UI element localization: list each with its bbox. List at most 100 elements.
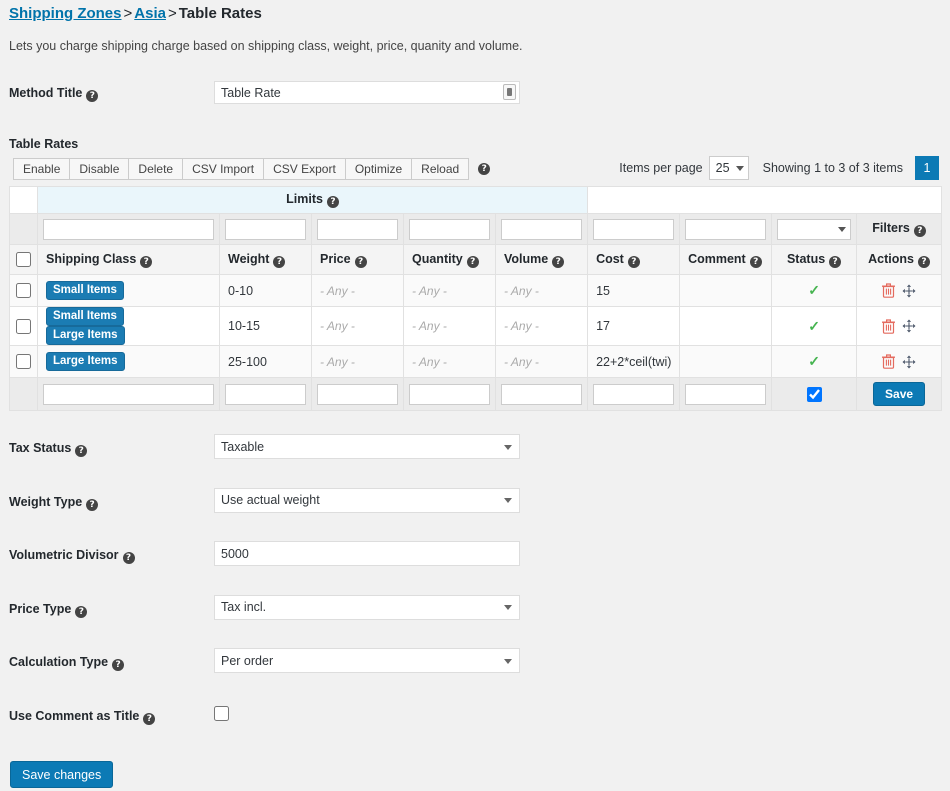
filter-input-price[interactable] xyxy=(317,218,398,240)
filter-cell-price xyxy=(311,213,404,245)
weight-type-select[interactable]: Use actual weight xyxy=(214,487,520,513)
move-drag-icon[interactable] xyxy=(902,284,916,298)
items-per-page-select[interactable]: 25 xyxy=(708,156,749,180)
new-row-status-checkbox[interactable] xyxy=(806,386,822,402)
cell-status[interactable]: ✓ xyxy=(771,345,858,379)
row-select-checkbox[interactable] xyxy=(16,318,31,334)
filter-input-volume[interactable] xyxy=(501,218,583,240)
volumetric-divisor-label: Volumetric Divisor? xyxy=(9,548,135,564)
move-drag-icon[interactable] xyxy=(902,319,916,333)
help-icon-tax-status[interactable]: ? xyxy=(75,445,88,457)
delete-button[interactable]: Delete xyxy=(128,158,183,180)
help-icon-weight-type[interactable]: ? xyxy=(86,498,99,511)
move-drag-icon[interactable] xyxy=(902,355,916,369)
shipping-class-badge[interactable]: Large Items xyxy=(46,326,125,346)
trash-icon[interactable] xyxy=(881,318,896,334)
help-icon-limits[interactable]: ? xyxy=(326,196,339,208)
column-header-status[interactable]: Status? xyxy=(771,244,858,275)
help-icon-cost[interactable]: ? xyxy=(627,255,640,268)
help-icon-calculation-type[interactable]: ? xyxy=(112,659,125,671)
status-enabled-check-icon: ✓ xyxy=(808,353,820,370)
cell-quantity: - Any - xyxy=(403,274,496,307)
help-icon-actions[interactable]: ? xyxy=(917,255,930,268)
calculation-type-select[interactable]: Per order xyxy=(214,648,520,673)
column-label-quantity: Quantity xyxy=(412,251,463,266)
method-title-input[interactable] xyxy=(214,81,520,104)
csv-import-button[interactable]: CSV Import xyxy=(182,158,264,180)
any-value: - Any - xyxy=(412,319,447,334)
trash-icon[interactable] xyxy=(881,283,896,298)
column-header-comment[interactable]: Comment? xyxy=(679,244,773,275)
new-row-input-volume[interactable] xyxy=(501,383,583,405)
help-icon-volumetric-divisor[interactable]: ? xyxy=(122,552,135,564)
help-icon-status[interactable]: ? xyxy=(829,255,842,268)
shipping-class-badge[interactable]: Small Items xyxy=(46,307,124,327)
filter-input-quantity[interactable] xyxy=(409,218,490,240)
help-icon-price[interactable]: ? xyxy=(354,255,367,268)
help-icon-comment[interactable]: ? xyxy=(749,255,762,268)
new-row-input-quantity[interactable] xyxy=(409,383,490,405)
filter-input-weight[interactable] xyxy=(225,218,306,240)
column-label-actions: Actions xyxy=(868,251,914,266)
help-icon-shipping-class[interactable]: ? xyxy=(140,255,153,268)
disable-button[interactable]: Disable xyxy=(69,158,129,180)
help-icon-weight[interactable]: ? xyxy=(273,255,286,268)
column-header-shipping-class[interactable]: Shipping Class? xyxy=(37,244,220,275)
shipping-class-badge[interactable]: Small Items xyxy=(46,280,124,301)
new-row-input-comment[interactable] xyxy=(685,383,767,405)
tax-status-select[interactable]: Taxable xyxy=(214,434,520,459)
cell-status[interactable]: ✓ xyxy=(771,305,858,347)
new-row-cell-quantity xyxy=(403,377,496,412)
column-header-cost[interactable]: Cost? xyxy=(587,244,681,275)
method-title-label-text: Method Title xyxy=(9,86,83,100)
help-icon-volume[interactable]: ? xyxy=(552,255,565,268)
new-row-input-weight[interactable] xyxy=(225,383,306,405)
column-header-weight[interactable]: Weight? xyxy=(219,244,312,275)
table-row[interactable]: Small Items 0-10 - Any - - Any - - Any -… xyxy=(9,274,943,307)
trash-icon[interactable] xyxy=(881,354,896,369)
help-icon-price-type[interactable]: ? xyxy=(75,605,88,618)
limits-blank-cell xyxy=(587,186,943,214)
column-header-volume[interactable]: Volume? xyxy=(494,244,589,275)
column-header-price[interactable]: Price? xyxy=(311,244,404,275)
help-icon-use-comment-as-title[interactable]: ? xyxy=(143,712,156,725)
any-value: - Any - xyxy=(320,354,355,369)
save-disk-icon[interactable] xyxy=(503,84,516,100)
help-icon-filters[interactable]: ? xyxy=(913,225,926,237)
help-icon-toolbar[interactable]: ? xyxy=(478,163,491,175)
row-select-checkbox[interactable] xyxy=(16,283,31,299)
enable-button[interactable]: Enable xyxy=(13,158,70,180)
new-row-input-shipping-class[interactable] xyxy=(43,383,214,405)
reload-button[interactable]: Reload xyxy=(411,158,470,180)
save-row-button[interactable]: Save xyxy=(873,382,926,407)
column-header-quantity[interactable]: Quantity? xyxy=(403,244,496,275)
limits-group-row: Limits? xyxy=(9,186,943,214)
filter-input-comment[interactable] xyxy=(685,218,767,240)
table-row[interactable]: Large Items 25-100 - Any - - Any - - Any… xyxy=(9,345,943,379)
breadcrumb: Shipping Zones > Asia > Table Rates xyxy=(9,5,262,22)
price-type-select[interactable]: Tax incl. xyxy=(214,594,520,620)
new-row-input-price[interactable] xyxy=(317,383,398,405)
table-row[interactable]: Small ItemsLarge Items 10-15 - Any - - A… xyxy=(9,305,943,347)
select-all-checkbox[interactable] xyxy=(16,252,31,268)
cell-status[interactable]: ✓ xyxy=(771,274,858,307)
csv-export-button[interactable]: CSV Export xyxy=(263,158,345,180)
use-comment-as-title-checkbox[interactable] xyxy=(214,705,229,721)
optimize-button[interactable]: Optimize xyxy=(344,158,412,180)
new-row-input-cost[interactable] xyxy=(593,383,675,405)
filter-select-status[interactable] xyxy=(777,218,852,240)
shipping-class-badge[interactable]: Large Items xyxy=(46,352,125,372)
help-icon-quantity[interactable]: ? xyxy=(466,255,479,268)
breadcrumb-link-shipping-zones[interactable]: Shipping Zones xyxy=(9,5,122,22)
setting-row-tax-status: Tax Status? Taxable xyxy=(0,432,950,486)
breadcrumb-link-asia[interactable]: Asia xyxy=(134,5,166,22)
help-icon-method-title[interactable]: ? xyxy=(86,90,99,102)
filter-input-cost[interactable] xyxy=(593,218,675,240)
column-label-price: Price xyxy=(320,251,351,266)
volumetric-divisor-input[interactable] xyxy=(214,541,520,566)
filter-input-shipping-class[interactable] xyxy=(43,218,214,240)
calculation-type-label: Calculation Type? xyxy=(9,655,125,671)
save-changes-button[interactable]: Save changes xyxy=(10,761,114,788)
page-number-1-button[interactable]: 1 xyxy=(915,156,939,180)
row-select-checkbox[interactable] xyxy=(16,354,31,370)
